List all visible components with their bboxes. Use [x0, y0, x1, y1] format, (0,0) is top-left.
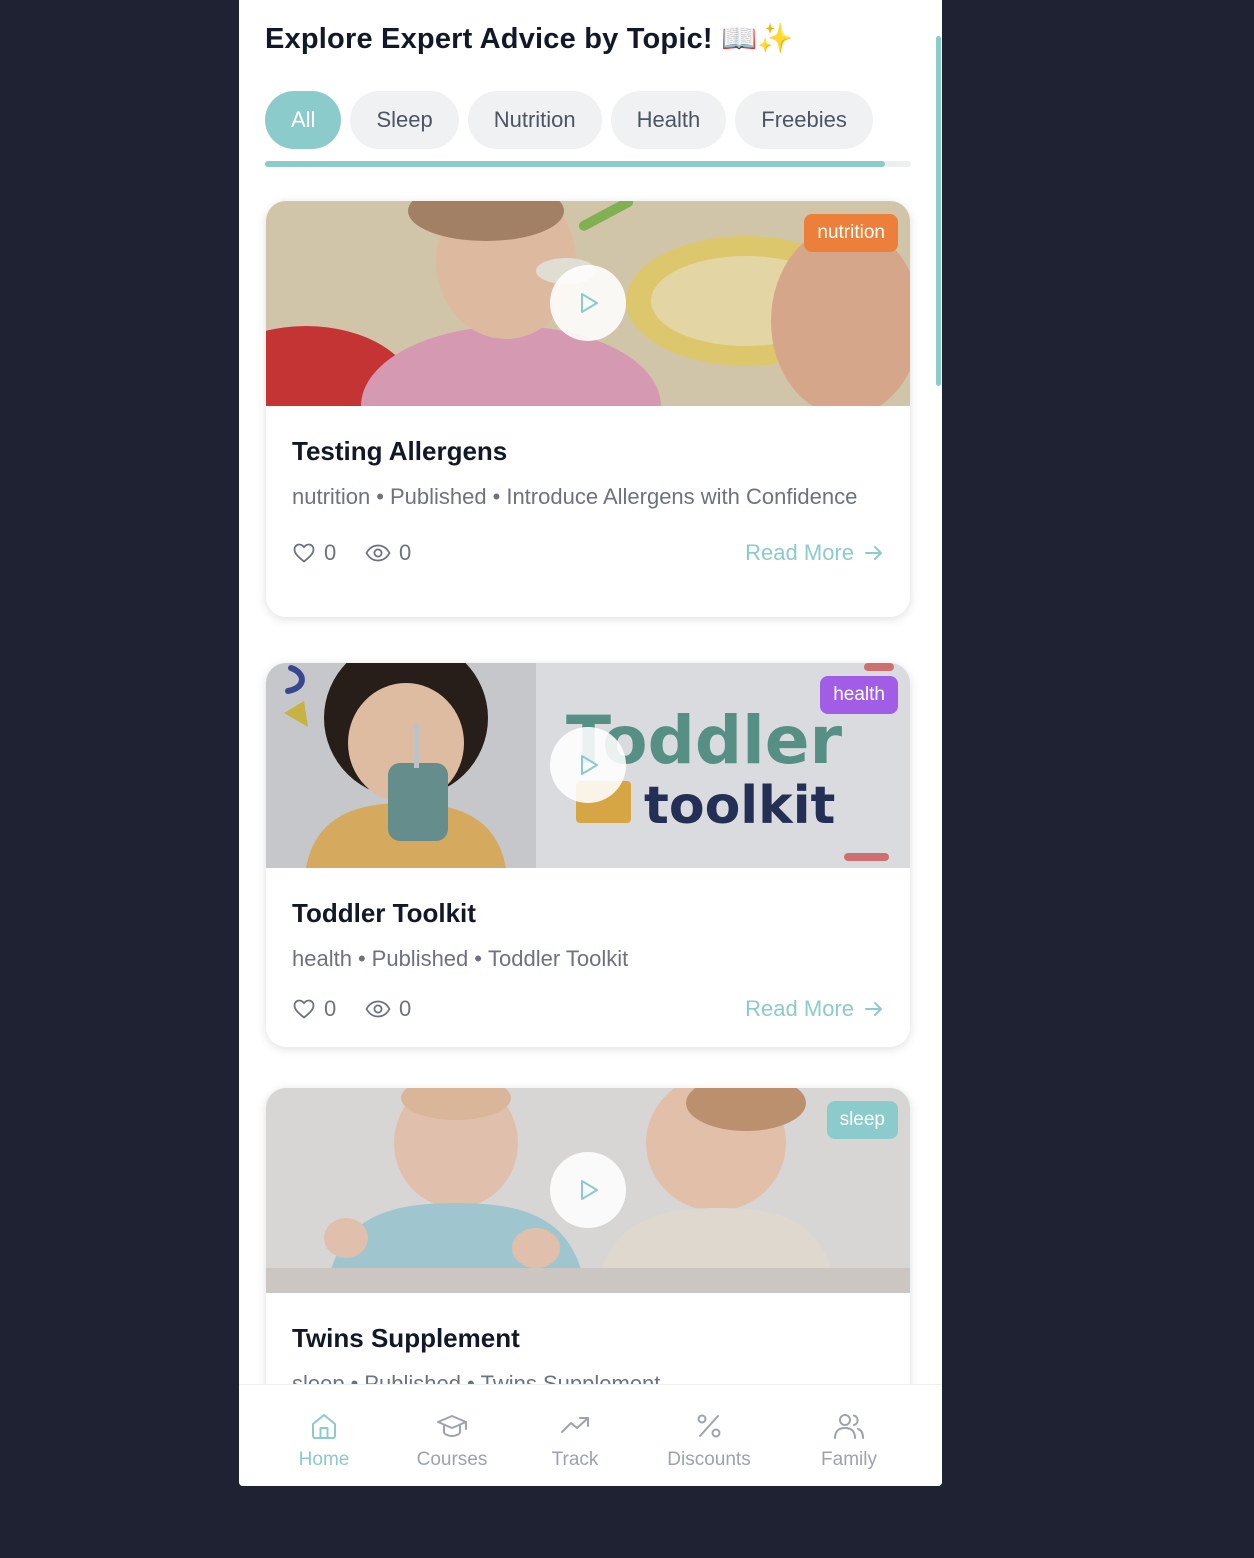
post-status: Published	[371, 946, 469, 971]
nav-family-label: Family	[821, 1449, 877, 1470]
category-badge: nutrition	[804, 214, 898, 252]
page-title: Explore Expert Advice by Topic! 📖✨	[265, 23, 794, 55]
nav-track[interactable]: Track	[535, 1385, 615, 1486]
post-category: nutrition	[292, 484, 371, 509]
percent-icon	[697, 1414, 721, 1438]
post-category: health	[292, 946, 352, 971]
bottom-navigation: Home Courses Track Discounts Family	[239, 1384, 942, 1486]
play-button[interactable]	[550, 1152, 626, 1228]
filter-chip-freebies[interactable]: Freebies	[735, 91, 873, 149]
nav-home[interactable]: Home	[284, 1385, 364, 1486]
graduation-cap-icon	[437, 1415, 467, 1438]
post-meta: nutrition • Published • Introduce Allergens …	[292, 481, 884, 513]
read-more-link[interactable]: Read More	[745, 535, 884, 571]
like-button[interactable]: 0	[292, 535, 336, 571]
category-badge: health	[820, 676, 898, 714]
category-badge: sleep	[826, 1101, 898, 1139]
arrow-right-icon	[865, 546, 882, 560]
post-title[interactable]: Testing Allergens	[292, 436, 884, 467]
post-series: Toddler Toolkit	[488, 946, 629, 971]
like-button[interactable]: 0	[292, 991, 336, 1027]
page-scrollbar[interactable]	[936, 36, 941, 386]
nav-courses-label: Courses	[416, 1449, 488, 1470]
play-icon	[581, 755, 598, 775]
filter-chip-nutrition[interactable]: Nutrition	[467, 91, 602, 149]
heart-icon	[293, 543, 315, 563]
nav-family[interactable]: Family	[809, 1385, 889, 1486]
app-screen: Explore Expert Advice by Topic! 📖✨ All Sl…	[239, 0, 942, 1486]
post-thumbnail[interactable]: Toddler toolkit health	[266, 663, 910, 868]
post-series: Introduce Allergens with Confidence	[506, 484, 858, 509]
views-stat: 0	[365, 535, 411, 571]
post-thumbnail[interactable]: nutrition	[266, 201, 910, 406]
read-more-label: Read More	[745, 540, 854, 565]
filter-chip-sleep[interactable]: Sleep	[350, 91, 459, 149]
nav-home-label: Home	[298, 1449, 350, 1470]
views-stat: 0	[365, 991, 411, 1027]
play-icon	[581, 293, 598, 313]
read-more-link[interactable]: Read More	[745, 991, 884, 1027]
nav-discounts[interactable]: Discounts	[654, 1385, 764, 1486]
nav-courses[interactable]: Courses	[407, 1385, 497, 1486]
like-count: 0	[324, 996, 337, 1021]
nav-discounts-label: Discounts	[667, 1449, 751, 1470]
eye-icon	[365, 1000, 391, 1018]
eye-icon	[365, 544, 391, 562]
view-count: 0	[399, 540, 412, 565]
filter-scroll-thumb[interactable]	[265, 161, 885, 167]
play-button[interactable]	[550, 265, 626, 341]
post-meta: health • Published • Toddler Toolkit	[292, 943, 884, 975]
meta-separator: •	[474, 946, 482, 971]
users-icon	[834, 1414, 864, 1439]
read-more-label: Read More	[745, 996, 854, 1021]
view-count: 0	[399, 996, 412, 1021]
post-title[interactable]: Toddler Toolkit	[292, 898, 884, 929]
meta-separator: •	[357, 946, 366, 971]
trending-up-icon	[561, 1417, 589, 1433]
topic-filter-bar[interactable]: All Sleep Nutrition Health Freebies	[265, 91, 911, 149]
post-card[interactable]: nutrition Testing Allergens nutrition • Pu…	[266, 201, 910, 617]
filter-scroll-track[interactable]	[265, 161, 911, 167]
arrow-right-icon	[865, 1002, 882, 1016]
filter-chip-health[interactable]: Health	[610, 91, 727, 149]
post-title[interactable]: Twins Supplement	[292, 1323, 884, 1354]
play-button[interactable]	[550, 727, 626, 803]
home-icon	[312, 1414, 336, 1439]
meta-separator: •	[376, 484, 384, 509]
post-status: Published	[389, 484, 487, 509]
like-count: 0	[324, 540, 337, 565]
post-card[interactable]: Toddler toolkit health Toddler Toolkit h…	[266, 663, 910, 1047]
post-thumbnail[interactable]: sleep	[266, 1088, 910, 1293]
meta-separator: •	[492, 484, 501, 509]
filter-chip-all[interactable]: All	[265, 91, 342, 149]
heart-icon	[293, 999, 315, 1019]
nav-track-label: Track	[551, 1449, 599, 1470]
play-icon	[581, 1180, 598, 1200]
